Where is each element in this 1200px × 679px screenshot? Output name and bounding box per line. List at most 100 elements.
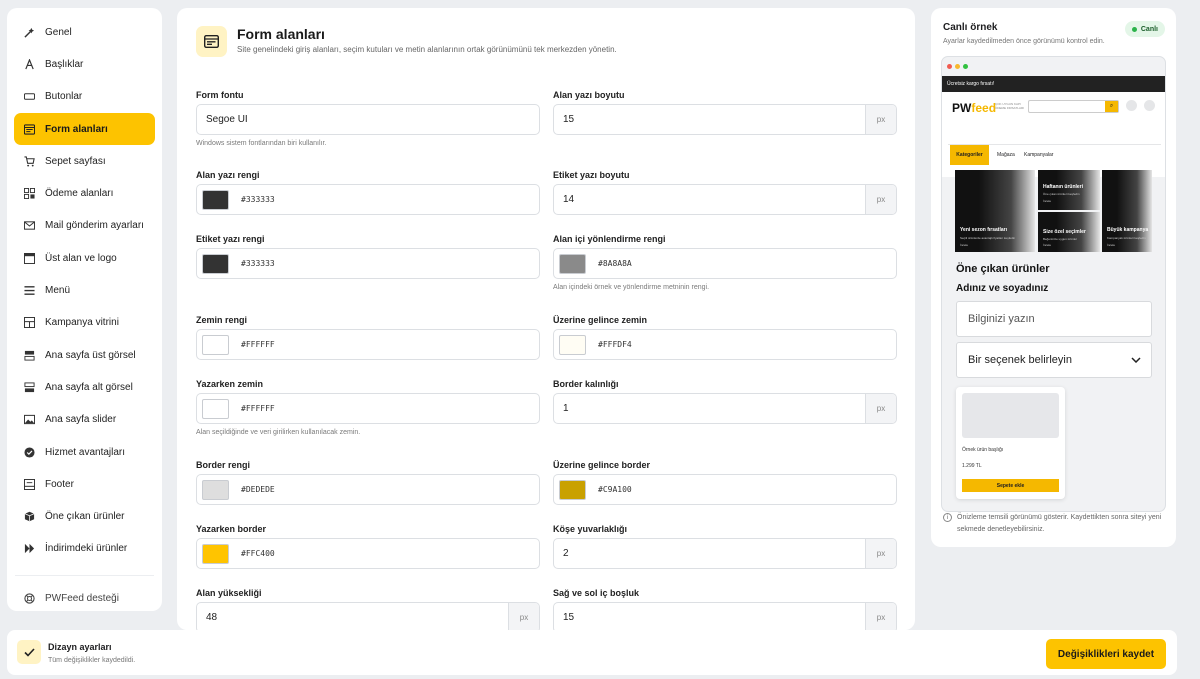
user-icon xyxy=(1126,100,1137,111)
field-label: Etiket yazı rengi xyxy=(196,234,265,244)
color-swatch[interactable] xyxy=(559,479,586,500)
lifebuoy-icon xyxy=(24,593,35,604)
preview-banner-main: Yeni sezon fırsatları Seçili ürünlerde a… xyxy=(955,170,1035,252)
sidebar-item-label: Genel xyxy=(45,26,72,38)
footer-icon xyxy=(24,478,35,490)
sidebar-item-alt-gorsel[interactable]: Ana sayfa alt görsel xyxy=(14,371,155,403)
label-text-color-picker[interactable]: #333333 xyxy=(196,248,540,279)
sidebar-item-sepet[interactable]: Sepet sayfası xyxy=(14,145,155,177)
sidebar-item-ust-gorsel[interactable]: Ana sayfa üst görsel xyxy=(14,339,155,371)
sidebar-item-genel[interactable]: Genel xyxy=(14,16,155,48)
window-icon xyxy=(24,252,35,264)
sidebar-item-indirim[interactable]: İndirimdeki ürünler xyxy=(14,533,155,565)
preview-product-card: Örnek ürün başlığı 1.299 TL Sepete ekle xyxy=(956,387,1065,499)
typing-border-picker[interactable]: #FFC400 xyxy=(196,538,540,569)
field-height-input[interactable]: 48 px xyxy=(196,602,540,630)
sidebar-item-destek[interactable]: PWFeed desteği xyxy=(14,582,155,614)
hover-border-picker[interactable]: #C9A100 xyxy=(553,474,897,505)
form-font-input[interactable]: Segoe UI xyxy=(196,104,540,135)
field-help: Alan içindeki örnek ve yönlendirme metni… xyxy=(553,284,710,291)
field-label: Sağ ve sol iç boşluk xyxy=(553,588,640,598)
field-label: Yazarken border xyxy=(196,524,267,534)
horizontal-padding-input[interactable]: 15 px xyxy=(553,602,897,630)
color-swatch[interactable] xyxy=(202,398,229,419)
field-text-color-picker[interactable]: #333333 xyxy=(196,184,540,215)
sidebar-item-label: Öne çıkan ürünler xyxy=(45,511,125,523)
stack-icon xyxy=(24,350,35,361)
unit-suffix: px xyxy=(865,539,896,568)
sidebar-item-menu[interactable]: Menü xyxy=(14,274,155,306)
sidebar-item-label: Kampanya vitrini xyxy=(45,317,119,329)
sidebar-item-form-alanlari[interactable]: Form alanları xyxy=(14,112,155,146)
typing-bg-field: Yazarken zemin #FFFFFF Alan seçildiğinde… xyxy=(196,379,540,436)
live-dot-icon xyxy=(1131,26,1137,32)
placeholder-color-field: Alan içi yönlendirme rengi #8A8A8A Alan … xyxy=(553,234,897,291)
field-label: Yazarken zemin xyxy=(196,379,264,389)
save-status-subtitle: Tüm değişiklikler kaydedildi. xyxy=(48,657,136,664)
stack-icon xyxy=(24,382,35,393)
sidebar-item-label: İndirimdeki ürünler xyxy=(45,543,128,555)
color-swatch[interactable] xyxy=(202,479,229,500)
sidebar-item-footer[interactable]: Footer xyxy=(14,468,155,500)
preview-note: i Önizleme temsili görünümü gösterir. Ka… xyxy=(943,512,1165,536)
sidebar-item-butonlar[interactable]: Butonlar xyxy=(14,81,155,113)
skip-icon xyxy=(24,543,35,554)
preview-title: Canlı örnek xyxy=(943,22,998,33)
sidebar-item-label: Ana sayfa slider xyxy=(45,414,117,426)
sidebar-item-odeme[interactable]: Ödeme alanları xyxy=(14,177,155,209)
unit-suffix: px xyxy=(865,105,896,134)
color-swatch[interactable] xyxy=(202,334,229,355)
border-width-input[interactable]: 1 px xyxy=(553,393,897,424)
label-font-size-field: Etiket yazı boyutu 14 px xyxy=(553,170,897,215)
product-price: 1.299 TL xyxy=(962,463,982,469)
color-swatch[interactable] xyxy=(202,253,229,274)
preview-select: Bir seçenek belirleyin xyxy=(956,342,1152,378)
sidebar-divider xyxy=(15,575,154,577)
label-text-color-field: Etiket yazı rengi #333333 xyxy=(196,234,540,279)
save-changes-button[interactable]: Değişiklikleri kaydet xyxy=(1046,639,1166,669)
live-preview-panel: Canlı örnek Ayarlar kaydedilmeden önce g… xyxy=(931,8,1176,547)
search-icon: ⌕ xyxy=(1105,101,1118,112)
hover-bg-picker[interactable]: #FFFDF4 xyxy=(553,329,897,360)
page-subtitle: Site genelindeki giriş alanları, seçim k… xyxy=(237,45,617,54)
preview-search: ⌕ xyxy=(1028,100,1119,113)
sidebar-item-basliklar[interactable]: Başlıklar xyxy=(14,48,155,80)
bg-color-field: Zemin rengi #FFFFFF xyxy=(196,315,540,360)
preview-section-title: Öne çıkan ürünler xyxy=(956,263,1050,275)
sidebar-item-label: Hizmet avantajları xyxy=(45,446,126,458)
border-color-picker[interactable]: #DEDEDE xyxy=(196,474,540,505)
field-label: Alan yüksekliği xyxy=(196,588,262,598)
field-label: Üzerine gelince border xyxy=(553,460,651,470)
preview-text-input: Bilginizi yazın xyxy=(956,301,1152,337)
sidebar-item-slider[interactable]: Ana sayfa slider xyxy=(14,404,155,436)
bg-color-picker[interactable]: #FFFFFF xyxy=(196,329,540,360)
typing-bg-picker[interactable]: #FFFFFF xyxy=(196,393,540,424)
sidebar-item-ust-alan[interactable]: Üst alan ve logo xyxy=(14,242,155,274)
sidebar-item-kampanya[interactable]: Kampanya vitrini xyxy=(14,307,155,339)
sidebar-item-hizmet[interactable]: Hizmet avantajları xyxy=(14,436,155,468)
field-label: Form fontu xyxy=(196,90,244,100)
preview-banner: Büyük kampanya Kampanyalı ürünleri keşfe… xyxy=(1102,170,1152,252)
field-font-size-input[interactable]: 15 px xyxy=(553,104,897,135)
color-swatch[interactable] xyxy=(559,334,586,355)
page-title: Form alanları xyxy=(237,26,325,42)
color-swatch[interactable] xyxy=(559,253,586,274)
field-help: Windows sistem fontlarından biri kullanı… xyxy=(196,140,327,147)
sidebar-item-label: Form alanları xyxy=(45,123,108,135)
color-swatch[interactable] xyxy=(202,543,229,564)
field-help: Alan seçildiğinde ve veri girilirken kul… xyxy=(196,429,361,436)
corner-radius-input[interactable]: 2 px xyxy=(553,538,897,569)
color-swatch[interactable] xyxy=(202,189,229,210)
placeholder-color-picker[interactable]: #8A8A8A xyxy=(553,248,897,279)
border-width-field: Border kalınlığı 1 px xyxy=(553,379,897,424)
unit-suffix: px xyxy=(865,603,896,630)
chevron-down-icon xyxy=(1131,357,1141,363)
sidebar: Genel Başlıklar Butonlar Form alanları S… xyxy=(7,8,162,611)
save-status-title: Dizayn ayarları xyxy=(48,642,112,652)
field-label: Border kalınlığı xyxy=(553,379,619,389)
sidebar-item-mail[interactable]: Mail gönderim ayarları xyxy=(14,210,155,242)
sidebar-item-one-cikan[interactable]: Öne çıkan ürünler xyxy=(14,500,155,532)
field-text-color-field: Alan yazı rengi #333333 xyxy=(196,170,540,215)
label-font-size-input[interactable]: 14 px xyxy=(553,184,897,215)
sidebar-item-label: Mail gönderim ayarları xyxy=(45,220,144,232)
